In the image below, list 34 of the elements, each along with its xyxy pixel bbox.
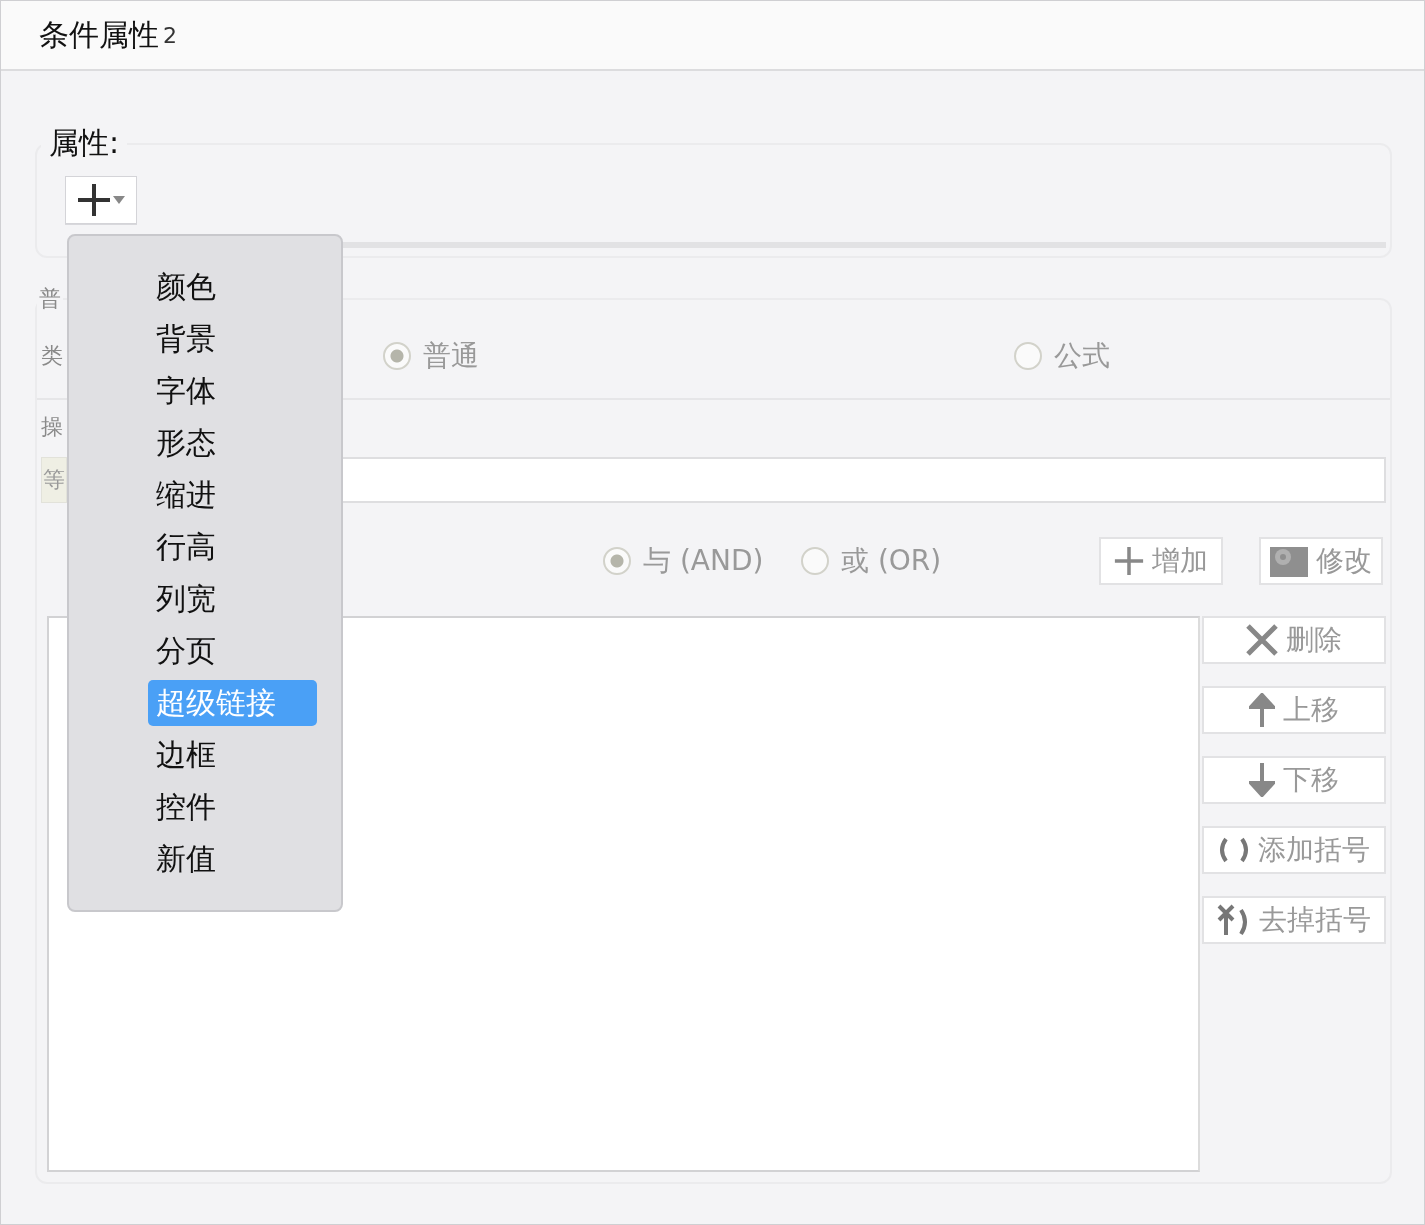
menu-item[interactable]: 颜色: [148, 264, 317, 310]
radio-label: 或 (OR): [841, 543, 942, 579]
parentheses-icon: [1218, 837, 1250, 863]
menu-item[interactable]: 列宽: [148, 576, 317, 622]
menu-item[interactable]: 背景: [148, 316, 317, 362]
field-label: 类: [41, 342, 64, 370]
menu-item[interactable]: 新值: [148, 836, 317, 882]
add-property-button[interactable]: [65, 176, 137, 224]
menu-item[interactable]: 控件: [148, 784, 317, 830]
menu-item[interactable]: 缩进: [148, 472, 317, 518]
section-label: 普: [38, 285, 62, 313]
arrow-up-icon: [1249, 693, 1275, 727]
close-icon: [1246, 624, 1278, 656]
menu-item[interactable]: 形态: [148, 420, 317, 466]
radio-button[interactable]: [603, 547, 631, 575]
window-title: 条件属性: [39, 15, 159, 54]
caret-icon: [113, 196, 125, 204]
radio-button[interactable]: [1014, 342, 1042, 370]
menu-item[interactable]: 行高: [148, 524, 317, 570]
title-suffix: 2: [163, 22, 177, 48]
menu-item[interactable]: 边框: [148, 732, 317, 778]
field-label: 操: [41, 413, 64, 441]
radio-label: 普通: [423, 338, 479, 374]
plus-icon: [77, 183, 111, 217]
radio-label: 与 (AND): [643, 543, 764, 579]
menu-item[interactable]: 字体: [148, 368, 317, 414]
radio-button[interactable]: [801, 547, 829, 575]
menu-item[interactable]: 分页: [148, 628, 317, 674]
radio-label: 公式: [1054, 338, 1110, 374]
gear-icon: [1270, 545, 1308, 577]
radio-button[interactable]: [383, 342, 411, 370]
section-label: 属性:: [48, 124, 121, 162]
arrow-down-icon: [1249, 763, 1275, 797]
plus-icon: [1114, 546, 1144, 576]
